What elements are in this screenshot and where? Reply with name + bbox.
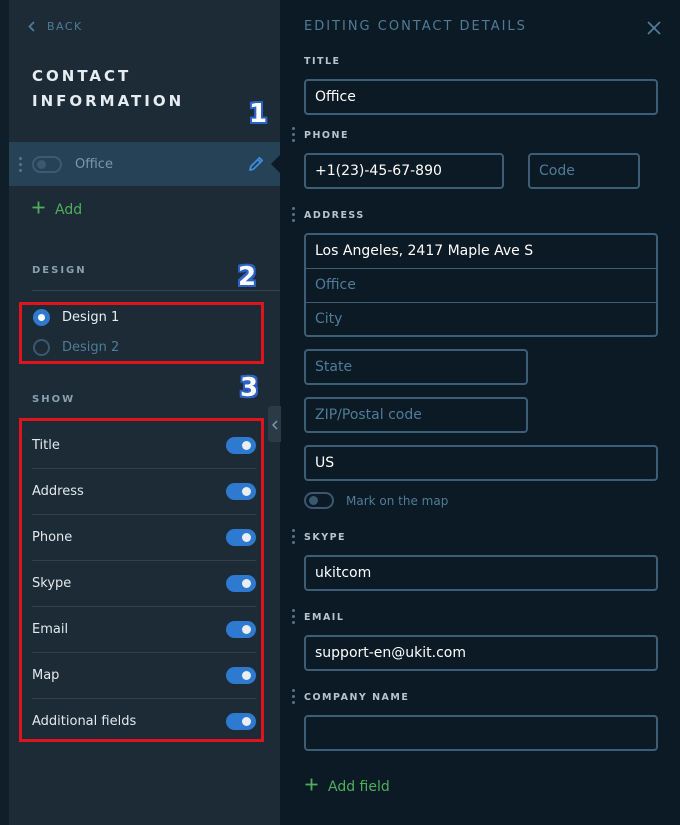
zip-input[interactable]: ZIP/Postal code: [304, 397, 528, 433]
drag-handle-icon[interactable]: [292, 127, 295, 142]
show-item-phone: Phone: [32, 514, 256, 560]
phone-input[interactable]: +1(23)-45-67-890: [304, 153, 504, 189]
design-option-2[interactable]: Design 2: [33, 339, 119, 356]
city-input[interactable]: City: [315, 311, 342, 327]
email-field-label: EMAIL: [304, 612, 345, 623]
drag-handle-icon[interactable]: [292, 689, 295, 704]
company-field-label: COMPANY NAME: [304, 692, 410, 703]
show-item-email: Email: [32, 606, 256, 652]
editor-title: EDITING CONTACT DETAILS: [304, 19, 527, 34]
show-item-label: Additional fields: [32, 713, 137, 729]
show-item-map: Map: [32, 652, 256, 698]
state-input[interactable]: State: [304, 349, 528, 385]
close-icon[interactable]: [647, 20, 661, 39]
show-section-label: SHOW: [32, 394, 76, 405]
design-option-1[interactable]: Design 1: [33, 309, 119, 326]
show-additional-fields-toggle[interactable]: [226, 712, 256, 730]
skype-field-label: SKYPE: [304, 532, 347, 543]
address-separator: [306, 268, 656, 269]
phone-field-label: PHONE: [304, 130, 349, 141]
add-field-button[interactable]: Add field: [305, 778, 390, 795]
back-label: BACK: [47, 20, 83, 33]
country-input[interactable]: US: [304, 445, 658, 481]
address-separator: [306, 302, 656, 303]
show-item-label: Phone: [32, 529, 73, 545]
add-label: Add: [55, 201, 83, 218]
annotation-badge-2: 2: [238, 262, 257, 292]
skype-input[interactable]: ukitcom: [304, 555, 658, 591]
address-group: Los Angeles, 2417 Maple Ave S Office Cit…: [304, 233, 658, 337]
show-item-label: Skype: [32, 575, 72, 591]
panel-title: CONTACT INFORMATION: [32, 67, 185, 110]
design-option-label: Design 1: [62, 310, 120, 325]
show-skype-toggle[interactable]: [226, 574, 256, 592]
radio-selected-icon: [33, 309, 50, 326]
design-option-label: Design 2: [62, 340, 120, 355]
mark-on-map-toggle[interactable]: [304, 492, 334, 509]
contact-item-label: Office: [75, 156, 113, 172]
add-contact-button[interactable]: Add: [32, 201, 82, 218]
show-item-title: Title: [32, 422, 256, 468]
show-item-address: Address: [32, 468, 256, 514]
add-field-label: Add field: [328, 778, 390, 795]
chevron-left-icon: [271, 415, 278, 434]
mark-on-map-row: Mark on the map: [304, 492, 448, 509]
show-phone-toggle[interactable]: [226, 528, 256, 546]
phone-code-input[interactable]: Code: [528, 153, 640, 189]
show-title-toggle[interactable]: [226, 436, 256, 454]
show-item-label: Email: [32, 621, 69, 637]
show-item-label: Map: [32, 667, 60, 683]
contact-item-office[interactable]: Office: [9, 142, 280, 186]
annotation-badge-3: 3: [240, 373, 259, 403]
show-map-toggle[interactable]: [226, 666, 256, 684]
company-input[interactable]: [304, 715, 658, 751]
title-input[interactable]: Office: [304, 79, 658, 115]
radio-empty-icon: [33, 339, 50, 356]
back-button[interactable]: BACK: [28, 20, 83, 33]
left-edge-strip: [0, 0, 9, 825]
show-email-toggle[interactable]: [226, 620, 256, 638]
chevron-left-icon: [28, 21, 35, 32]
street-input[interactable]: Los Angeles, 2417 Maple Ave S: [315, 243, 533, 259]
collapse-panel-button[interactable]: [268, 406, 281, 442]
title-field-label: TITLE: [304, 56, 341, 67]
pencil-icon[interactable]: [247, 155, 265, 177]
drag-handle-icon[interactable]: [292, 207, 295, 222]
plus-icon: [32, 201, 45, 218]
selected-notch: [271, 155, 280, 173]
plus-icon: [305, 778, 318, 795]
email-input[interactable]: support-en@ukit.com: [304, 635, 658, 671]
design-section-label: DESIGN: [32, 265, 87, 276]
drag-handle-icon[interactable]: [19, 156, 22, 172]
drag-handle-icon[interactable]: [292, 529, 295, 544]
annotation-badge-1: 1: [249, 99, 268, 129]
show-item-skype: Skype: [32, 560, 256, 606]
drag-handle-icon[interactable]: [292, 609, 295, 624]
show-address-toggle[interactable]: [226, 482, 256, 500]
contact-item-toggle[interactable]: [32, 155, 62, 173]
office-input[interactable]: Office: [315, 277, 356, 293]
show-item-label: Address: [32, 483, 84, 499]
show-item-label: Title: [32, 437, 60, 453]
mark-on-map-label: Mark on the map: [346, 493, 449, 508]
show-item-additional-fields: Additional fields: [32, 698, 256, 744]
address-field-label: ADDRESS: [304, 210, 365, 221]
